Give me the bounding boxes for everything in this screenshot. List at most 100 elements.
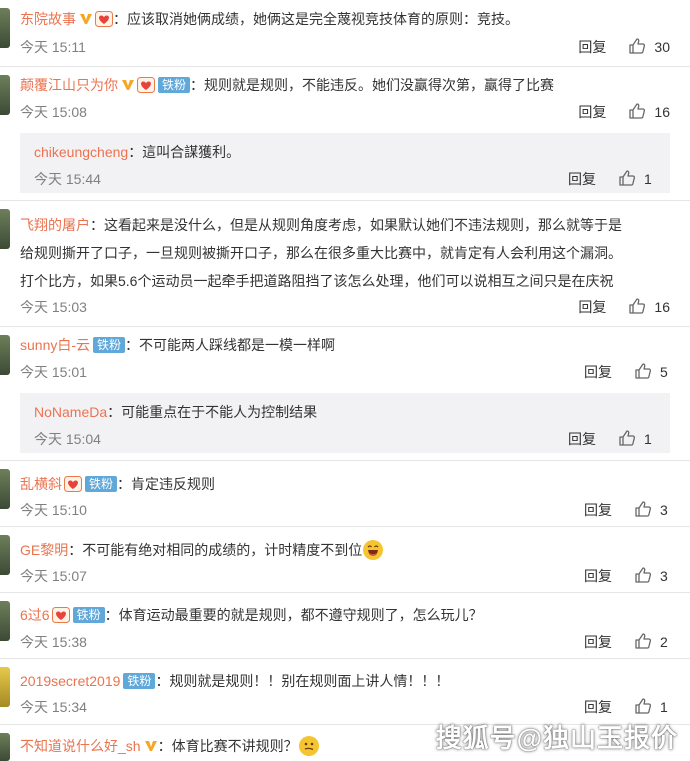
fan-badge[interactable]: 铁粉 bbox=[93, 337, 126, 353]
reply-button[interactable]: 回复 bbox=[584, 502, 612, 518]
comment-text: ：体育运动最重要的就是规则，都不遵守规则了，怎么玩儿？ bbox=[104, 607, 483, 623]
avatar[interactable] bbox=[0, 469, 10, 509]
fan-badge[interactable]: 铁粉 bbox=[85, 476, 118, 492]
comment-actions: 回复 16 bbox=[578, 102, 670, 122]
avatar[interactable] bbox=[0, 667, 10, 707]
username-link[interactable]: 颠覆江山只为你 bbox=[20, 77, 118, 93]
reply-button[interactable]: 回复 bbox=[568, 431, 596, 447]
like-count: 30 bbox=[654, 39, 670, 55]
like-count: 2 bbox=[660, 634, 668, 650]
fan-badge[interactable]: 铁粉 bbox=[158, 77, 191, 93]
reply-button[interactable]: 回复 bbox=[578, 39, 606, 55]
comment-body: GE黎明：不可能有绝对相同的成绩的，计时精度不到位 bbox=[20, 540, 670, 560]
comment-text-line: 给规则撕开了口子，一旦规则被撕开口子，那么在很多重大比赛中，就肯定有人会利用这个… bbox=[20, 245, 622, 261]
reply-actions: 回复 1 bbox=[568, 429, 654, 449]
reply-username-link[interactable]: NoNameDa bbox=[34, 404, 107, 420]
verified-v-icon bbox=[121, 78, 135, 92]
thumb-up-icon[interactable] bbox=[618, 429, 636, 447]
comment-item: GE黎明：不可能有绝对相同的成绩的，计时精度不到位 今天 15:07 回复 3 bbox=[0, 527, 690, 591]
comment-text: ：不可能有绝对相同的成绩的，计时精度不到位 bbox=[68, 542, 363, 558]
reply-button[interactable]: 回复 bbox=[584, 634, 612, 650]
comment-time: 今天 15:07 bbox=[20, 568, 87, 584]
username-link[interactable]: 2019secret2019 bbox=[20, 673, 120, 689]
thumb-up-icon[interactable] bbox=[634, 697, 652, 715]
like-count: 3 bbox=[660, 568, 668, 584]
thumb-up-icon[interactable] bbox=[634, 566, 652, 584]
like-count: 16 bbox=[654, 104, 670, 120]
thumb-up-icon[interactable] bbox=[634, 632, 652, 650]
reply-button[interactable]: 回复 bbox=[584, 699, 612, 715]
comment-text: ：体育比赛不讲规则？ bbox=[157, 738, 298, 754]
like-count: 3 bbox=[660, 502, 668, 518]
thumb-up-icon[interactable] bbox=[634, 500, 652, 518]
comment-item: 飞翔的屠户：这看起来是没什么，但是从规则角度考虑，如果默认她们不违法规则，那么就… bbox=[0, 201, 690, 325]
comment-body: 颠覆江山只为你 铁粉 ：规则就是规则，不能违反。她们没赢得次第，赢得了比赛 bbox=[20, 75, 670, 95]
comment-time: 今天 15:11 bbox=[20, 39, 86, 55]
comment-body: 2019secret2019 铁粉 ：规则就是规则！！别在规则面上讲人情！！！ bbox=[20, 671, 670, 691]
comment-text: ：应该取消她俩成绩，她俩这是完全蔑视竞技体育的原则：竞技。 bbox=[113, 11, 519, 27]
heart-member-icon[interactable] bbox=[52, 607, 70, 623]
reply-body: NoNameDa：可能重点在于不能人为控制结果 bbox=[34, 402, 656, 422]
username-link[interactable]: sunny白-云 bbox=[20, 337, 90, 353]
comment-actions: 回复 30 bbox=[578, 37, 670, 57]
reply-button[interactable]: 回复 bbox=[584, 364, 612, 380]
reply-button[interactable]: 回复 bbox=[584, 568, 612, 584]
heart-member-icon[interactable] bbox=[95, 11, 113, 27]
like-count: 16 bbox=[654, 299, 670, 315]
comment-actions: 回复 3 bbox=[584, 500, 670, 520]
comment-body: 飞翔的屠户：这看起来是没什么，但是从规则角度考虑，如果默认她们不违法规则，那么就… bbox=[20, 215, 670, 235]
username-link[interactable]: 不知道说什么好_sh bbox=[20, 738, 141, 754]
verified-v-icon bbox=[144, 739, 158, 753]
comment-body: 东院故事 ：应该取消她俩成绩，她俩这是完全蔑视竞技体育的原则：竞技。 bbox=[20, 9, 670, 29]
comment-text-line: ：这看起来是没什么，但是从规则角度考虑，如果默认她们不违法规则，那么就等于是 bbox=[90, 217, 622, 233]
comment-body: 6过6 铁粉 ：体育运动最重要的就是规则，都不遵守规则了，怎么玩儿？ bbox=[20, 605, 670, 625]
avatar[interactable] bbox=[0, 75, 10, 115]
comment-time: 今天 15:01 bbox=[20, 364, 87, 380]
reply-username-link[interactable]: chikeungcheng bbox=[34, 144, 128, 160]
reply-button[interactable]: 回复 bbox=[568, 171, 596, 187]
like-count: 1 bbox=[644, 171, 652, 187]
reply-button[interactable]: 回复 bbox=[578, 299, 606, 315]
reply-time: 今天 15:04 bbox=[34, 431, 101, 447]
comment-item: 2019secret2019 铁粉 ：规则就是规则！！别在规则面上讲人情！！！ 今天… bbox=[0, 659, 690, 723]
username-link[interactable]: GE黎明 bbox=[20, 542, 68, 558]
like-count: 1 bbox=[660, 699, 668, 715]
username-link[interactable]: 乱横斜 bbox=[20, 476, 62, 492]
watermark: 搜狐号@独山玉报价 bbox=[435, 723, 678, 753]
username-link[interactable]: 东院故事 bbox=[20, 11, 76, 27]
heart-member-icon[interactable] bbox=[137, 77, 155, 93]
thumb-up-icon[interactable] bbox=[628, 37, 646, 55]
avatar[interactable] bbox=[0, 209, 10, 249]
reply-text: ：可能重点在于不能人为控制结果 bbox=[107, 404, 318, 420]
reply-box: NoNameDa：可能重点在于不能人为控制结果 今天 15:04 回复 1 bbox=[20, 393, 670, 453]
comment-item: 颠覆江山只为你 铁粉 ：规则就是规则，不能违反。她们没赢得次第，赢得了比赛 今天 1… bbox=[0, 67, 690, 199]
thumb-up-icon[interactable] bbox=[618, 169, 636, 187]
comment-actions: 回复 16 bbox=[578, 297, 670, 317]
comment-actions: 回复 2 bbox=[584, 632, 670, 652]
comment-text-line: 打个比方，如果5.6个运动员一起牵手把道路阻挡了该怎么处理，他们可以说相互之间只… bbox=[20, 273, 614, 289]
username-link[interactable]: 6过6 bbox=[20, 607, 50, 623]
fan-badge[interactable]: 铁粉 bbox=[72, 607, 105, 623]
comment-time: 今天 15:10 bbox=[20, 502, 87, 518]
avatar[interactable] bbox=[0, 335, 10, 375]
username-link[interactable]: 飞翔的屠户 bbox=[20, 217, 90, 233]
laugh-emoji-icon bbox=[363, 540, 384, 560]
avatar[interactable] bbox=[0, 535, 10, 575]
avatar[interactable] bbox=[0, 733, 10, 761]
fan-badge[interactable]: 铁粉 bbox=[123, 673, 156, 689]
reply-button[interactable]: 回复 bbox=[578, 104, 606, 120]
avatar[interactable] bbox=[0, 8, 10, 48]
thumb-up-icon[interactable] bbox=[628, 297, 646, 315]
comment-actions: 回复 3 bbox=[584, 566, 670, 586]
comment-time: 今天 15:03 bbox=[20, 299, 87, 315]
reply-text: ：這叫合謀獲利。 bbox=[128, 144, 241, 160]
avatar[interactable] bbox=[0, 601, 10, 641]
heart-member-icon[interactable] bbox=[64, 476, 82, 492]
comment-body: sunny白-云 铁粉 ：不可能两人踩线都是一模一样啊 bbox=[20, 335, 670, 355]
comment-text: ：不可能两人踩线都是一模一样啊 bbox=[125, 337, 336, 353]
comment-text: ：肯定违反规则 bbox=[117, 476, 216, 492]
comment-text: ：规则就是规则，不能违反。她们没赢得次第，赢得了比赛 bbox=[190, 77, 555, 93]
thumb-up-icon[interactable] bbox=[628, 102, 646, 120]
comment-text: ：规则就是规则！！别在规则面上讲人情！！！ bbox=[155, 673, 450, 689]
thumb-up-icon[interactable] bbox=[634, 362, 652, 380]
